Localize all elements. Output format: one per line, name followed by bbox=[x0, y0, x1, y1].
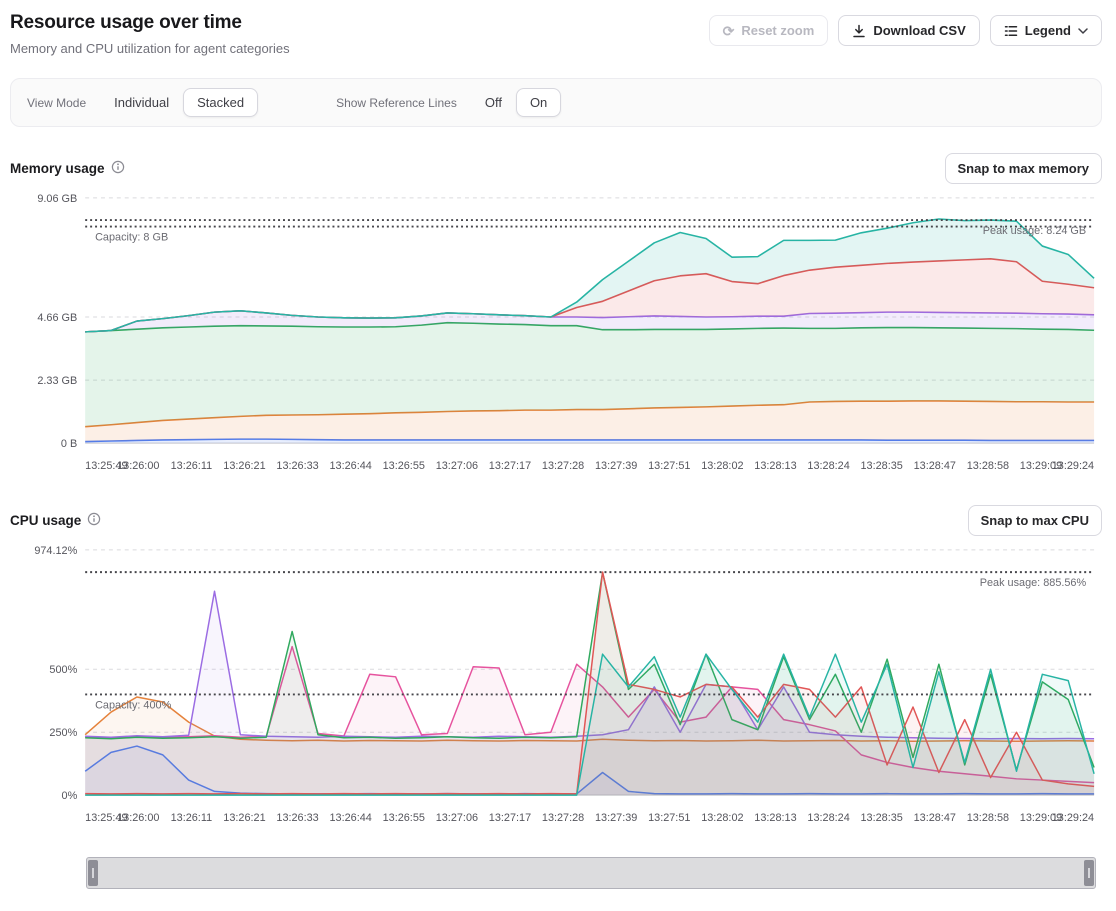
cpu-section-title: CPU usage bbox=[10, 512, 101, 529]
snap-to-max-cpu-button[interactable]: Snap to max CPU bbox=[968, 505, 1102, 536]
svg-text:13:29:24: 13:29:24 bbox=[1052, 812, 1094, 824]
info-icon[interactable] bbox=[111, 160, 125, 177]
cpu-usage-chart[interactable]: 0%250%500%974.12%13:25:4913:26:0013:26:1… bbox=[10, 538, 1102, 831]
view-mode-label: View Mode bbox=[27, 96, 86, 110]
svg-text:13:28:24: 13:28:24 bbox=[807, 460, 849, 472]
svg-text:13:26:55: 13:26:55 bbox=[383, 460, 425, 472]
svg-text:13:26:00: 13:26:00 bbox=[117, 460, 159, 472]
reset-zoom-button[interactable]: ⟳ Reset zoom bbox=[709, 15, 829, 46]
svg-text:13:27:51: 13:27:51 bbox=[648, 460, 690, 472]
svg-text:13:26:55: 13:26:55 bbox=[383, 812, 425, 824]
show-reference-lines-label: Show Reference Lines bbox=[336, 96, 457, 110]
time-brush[interactable] bbox=[86, 857, 1096, 889]
svg-text:13:27:17: 13:27:17 bbox=[489, 460, 531, 472]
legend-button[interactable]: Legend bbox=[990, 15, 1102, 46]
svg-text:13:28:58: 13:28:58 bbox=[967, 460, 1009, 472]
svg-text:500%: 500% bbox=[49, 664, 77, 676]
svg-text:13:26:44: 13:26:44 bbox=[330, 460, 372, 472]
svg-text:13:26:21: 13:26:21 bbox=[223, 460, 265, 472]
legend-label: Legend bbox=[1025, 23, 1071, 38]
svg-text:13:26:44: 13:26:44 bbox=[330, 812, 372, 824]
download-csv-button[interactable]: Download CSV bbox=[838, 15, 979, 46]
svg-text:13:27:06: 13:27:06 bbox=[436, 812, 478, 824]
svg-text:13:27:06: 13:27:06 bbox=[436, 460, 478, 472]
download-icon bbox=[852, 24, 866, 38]
svg-text:9.06 GB: 9.06 GB bbox=[37, 193, 77, 205]
svg-text:13:28:13: 13:28:13 bbox=[754, 812, 796, 824]
svg-text:Capacity: 8 GB: Capacity: 8 GB bbox=[95, 231, 168, 243]
svg-text:13:28:02: 13:28:02 bbox=[701, 812, 743, 824]
svg-text:13:27:28: 13:27:28 bbox=[542, 460, 584, 472]
svg-text:Capacity: 400%: Capacity: 400% bbox=[95, 699, 171, 711]
svg-text:2.33 GB: 2.33 GB bbox=[37, 375, 77, 387]
svg-text:13:26:33: 13:26:33 bbox=[276, 460, 318, 472]
svg-text:13:27:39: 13:27:39 bbox=[595, 460, 637, 472]
svg-text:13:28:13: 13:28:13 bbox=[754, 460, 796, 472]
memory-section-head: Memory usage Snap to max memory bbox=[10, 153, 1102, 184]
svg-text:13:27:17: 13:27:17 bbox=[489, 812, 531, 824]
snap-to-max-memory-button[interactable]: Snap to max memory bbox=[945, 153, 1103, 184]
info-icon[interactable] bbox=[87, 512, 101, 529]
svg-text:974.12%: 974.12% bbox=[34, 545, 77, 557]
reference-lines-off[interactable]: Off bbox=[471, 88, 516, 117]
svg-text:0%: 0% bbox=[62, 790, 78, 802]
svg-text:4.66 GB: 4.66 GB bbox=[37, 312, 77, 324]
svg-text:13:27:28: 13:27:28 bbox=[542, 812, 584, 824]
svg-text:13:26:11: 13:26:11 bbox=[171, 812, 213, 824]
header: Resource usage over time Memory and CPU … bbox=[10, 12, 1102, 56]
page-title: Resource usage over time bbox=[10, 12, 290, 34]
download-csv-label: Download CSV bbox=[873, 23, 965, 38]
header-text: Resource usage over time Memory and CPU … bbox=[10, 12, 290, 56]
memory-usage-chart[interactable]: 0 B2.33 GB4.66 GB9.06 GB13:25:4913:26:00… bbox=[10, 186, 1102, 479]
svg-text:13:26:11: 13:26:11 bbox=[171, 460, 213, 472]
svg-text:13:28:47: 13:28:47 bbox=[914, 812, 956, 824]
header-actions: ⟳ Reset zoom Download CSV Legend bbox=[709, 12, 1102, 46]
page: Resource usage over time Memory and CPU … bbox=[0, 0, 1116, 911]
svg-text:13:29:24: 13:29:24 bbox=[1052, 460, 1094, 472]
view-mode-individual[interactable]: Individual bbox=[100, 88, 183, 117]
reference-lines-group: Show Reference Lines Off On bbox=[336, 88, 561, 117]
svg-text:13:26:33: 13:26:33 bbox=[276, 812, 318, 824]
reference-lines-on[interactable]: On bbox=[516, 88, 561, 117]
svg-text:Peak usage: 885.56%: Peak usage: 885.56% bbox=[980, 577, 1087, 589]
svg-text:250%: 250% bbox=[49, 727, 77, 739]
refresh-icon: ⟳ bbox=[723, 24, 735, 38]
svg-text:13:28:35: 13:28:35 bbox=[861, 812, 903, 824]
chevron-down-icon bbox=[1078, 28, 1088, 34]
svg-text:0 B: 0 B bbox=[61, 438, 77, 450]
cpu-title: CPU usage bbox=[10, 513, 81, 528]
brush-handle-right[interactable] bbox=[1084, 860, 1094, 886]
svg-text:13:26:00: 13:26:00 bbox=[117, 812, 159, 824]
memory-section-title: Memory usage bbox=[10, 160, 125, 177]
svg-text:13:28:47: 13:28:47 bbox=[914, 460, 956, 472]
page-subtitle: Memory and CPU utilization for agent cat… bbox=[10, 41, 290, 56]
svg-text:13:28:24: 13:28:24 bbox=[807, 812, 849, 824]
svg-text:13:28:35: 13:28:35 bbox=[861, 460, 903, 472]
view-mode-stacked[interactable]: Stacked bbox=[183, 88, 258, 117]
time-brush-row bbox=[86, 857, 1096, 889]
svg-text:Peak usage: 8.24 GB: Peak usage: 8.24 GB bbox=[983, 225, 1086, 237]
brush-handle-left[interactable] bbox=[88, 860, 98, 886]
svg-text:13:27:39: 13:27:39 bbox=[595, 812, 637, 824]
cpu-section-head: CPU usage Snap to max CPU bbox=[10, 505, 1102, 536]
svg-text:13:26:21: 13:26:21 bbox=[223, 812, 265, 824]
svg-text:13:28:02: 13:28:02 bbox=[701, 460, 743, 472]
svg-text:13:27:51: 13:27:51 bbox=[648, 812, 690, 824]
memory-title: Memory usage bbox=[10, 161, 105, 176]
legend-list-icon bbox=[1004, 24, 1018, 38]
reset-zoom-label: Reset zoom bbox=[741, 23, 814, 38]
view-controls-bar: View Mode Individual Stacked Show Refere… bbox=[10, 78, 1102, 127]
svg-text:13:28:58: 13:28:58 bbox=[967, 812, 1009, 824]
